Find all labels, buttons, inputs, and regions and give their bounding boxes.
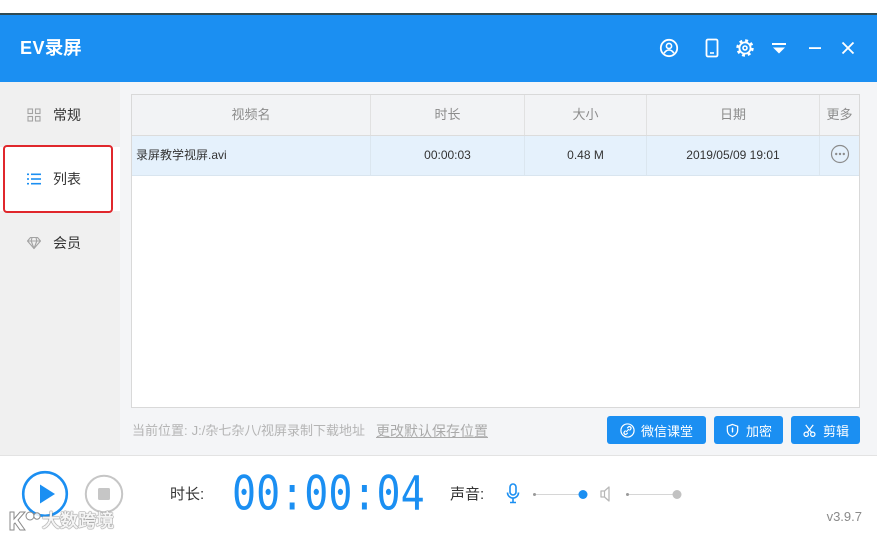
column-header-duration[interactable]: 时长 xyxy=(371,95,525,135)
change-save-location-link[interactable]: 更改默认保存位置 xyxy=(376,423,488,439)
app-title: EV录屏 xyxy=(20,38,83,58)
slider-track xyxy=(533,493,583,495)
cell-more xyxy=(820,136,859,175)
link-circle-icon xyxy=(620,422,635,438)
column-header-more: 更多 xyxy=(826,107,853,122)
sidebar-item-label: 列表 xyxy=(53,171,81,187)
sidebar-item-label: 常规 xyxy=(53,107,81,123)
column-header-size[interactable]: 大小 xyxy=(525,95,647,135)
speaker-volume-slider[interactable] xyxy=(626,489,682,499)
slider-track xyxy=(626,493,677,495)
column-header-name[interactable]: 视频名 xyxy=(132,95,371,135)
edit-clip-label: 剪辑 xyxy=(822,423,849,439)
more-dots-icon[interactable] xyxy=(830,144,850,164)
recordings-table: 视频名 时长 大小 日期 更多 录屏教学视屏.avi 00:00:03 0.48… xyxy=(131,94,860,408)
title-bar[interactable]: EV录屏 xyxy=(0,15,877,82)
sidebar-item-general[interactable]: 常规 xyxy=(0,83,120,147)
microphone-icon[interactable] xyxy=(505,483,521,505)
minimize-icon[interactable] xyxy=(805,38,825,58)
cell-size: 0.48 M xyxy=(525,136,647,175)
encrypt-button[interactable]: 加密 xyxy=(714,416,783,444)
table-header: 视频名 时长 大小 日期 更多 xyxy=(132,95,859,136)
close-icon[interactable] xyxy=(838,38,858,58)
sidebar-item-list[interactable]: 列表 xyxy=(0,147,120,211)
list-icon xyxy=(26,172,42,186)
speaker-icon[interactable] xyxy=(599,485,615,503)
tablet-icon[interactable] xyxy=(702,38,722,58)
save-location-label: 当前位置: xyxy=(132,423,188,438)
cell-duration: 00:00:03 xyxy=(371,136,525,175)
save-location-path: J:/杂七杂八/视屏录制下载地址 xyxy=(191,423,365,438)
elapsed-time-display: 00:00:04 xyxy=(232,466,425,522)
column-header-date[interactable]: 日期 xyxy=(647,95,820,135)
dropdown-menu-icon[interactable] xyxy=(769,38,789,58)
stop-icon[interactable] xyxy=(84,474,124,514)
audio-label: 声音: xyxy=(450,486,485,503)
diamond-icon xyxy=(26,236,42,250)
sidebar: 常规 列表 会员 xyxy=(0,82,120,455)
microphone-volume-slider[interactable] xyxy=(533,489,588,499)
duration-label: 时长: xyxy=(170,486,205,503)
slider-start-tick xyxy=(533,492,536,496)
shield-icon xyxy=(725,423,740,438)
cell-file-name: 录屏教学视屏.avi xyxy=(132,136,371,175)
slider-start-tick xyxy=(626,492,629,496)
sidebar-item-label: 会员 xyxy=(53,235,81,251)
slider-knob[interactable] xyxy=(578,489,588,499)
recorder-bar xyxy=(0,455,877,542)
encrypt-label: 加密 xyxy=(745,423,772,439)
scissors-icon xyxy=(802,423,817,438)
wechat-class-label: 微信课堂 xyxy=(640,423,693,439)
user-circle-icon[interactable] xyxy=(659,38,679,58)
grid-icon xyxy=(26,108,42,122)
edit-clip-button[interactable]: 剪辑 xyxy=(791,416,860,444)
wechat-class-button[interactable]: 微信课堂 xyxy=(607,416,706,444)
cell-date: 2019/05/09 19:01 xyxy=(647,136,820,175)
save-location: 当前位置: J:/杂七杂八/视屏录制下载地址 xyxy=(132,423,365,439)
sidebar-item-member[interactable]: 会员 xyxy=(0,211,120,275)
watermark-text: 大数跨境 xyxy=(42,511,114,531)
table-row[interactable]: 录屏教学视屏.avi 00:00:03 0.48 M 2019/05/09 19… xyxy=(132,136,859,176)
version-label: v3.9.7 xyxy=(826,509,862,524)
slider-knob[interactable] xyxy=(672,489,682,499)
gear-icon[interactable] xyxy=(735,38,755,58)
watermark-logo-icon xyxy=(7,508,41,534)
